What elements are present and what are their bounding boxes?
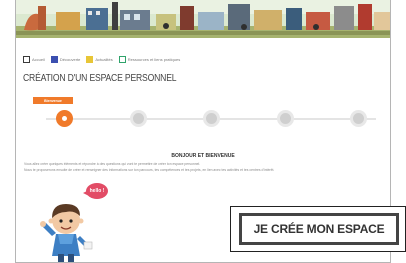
step-5-indicator xyxy=(350,110,367,127)
section-heading: BONJOUR ET BIENVENUE xyxy=(171,153,235,159)
nav-item-decouverte[interactable]: Découverte xyxy=(50,55,81,63)
nav-item-accueil[interactable]: Accueil xyxy=(23,55,45,63)
news-square-icon xyxy=(86,55,94,63)
step-2-indicator xyxy=(130,110,147,127)
discovery-square-icon xyxy=(50,55,58,63)
create-space-button[interactable]: JE CRÉE MON ESPACE xyxy=(239,213,399,245)
child-illustration xyxy=(40,204,93,262)
nav-label: Actualités xyxy=(95,56,113,62)
intro-paragraph-line-2: Nous te proposerons ensuite de créer et … xyxy=(24,168,275,172)
step-1-indicator xyxy=(56,110,73,127)
nav-item-ressources[interactable]: Ressources et liens pratiques xyxy=(118,55,181,63)
step-4-indicator xyxy=(277,110,294,127)
nav-label: Accueil xyxy=(32,56,45,62)
header-banner-illustration xyxy=(16,0,390,38)
resources-square-icon xyxy=(118,55,126,63)
active-step-label: Bienvenue xyxy=(33,97,73,104)
step-3-indicator xyxy=(203,110,220,127)
page-title: CRÉATION D'UN ESPACE PERSONNEL xyxy=(23,73,177,84)
intro-paragraph-line-1: Vous allez créer quelques éléments et ré… xyxy=(24,162,201,166)
top-navigation: Accueil Découverte Actualités Ressources… xyxy=(23,54,180,64)
home-square-icon xyxy=(23,55,30,63)
nav-label: Ressources et liens pratiques xyxy=(127,56,181,62)
nav-item-actualites[interactable]: Actualités xyxy=(86,55,113,63)
nav-label: Découverte xyxy=(59,56,81,62)
